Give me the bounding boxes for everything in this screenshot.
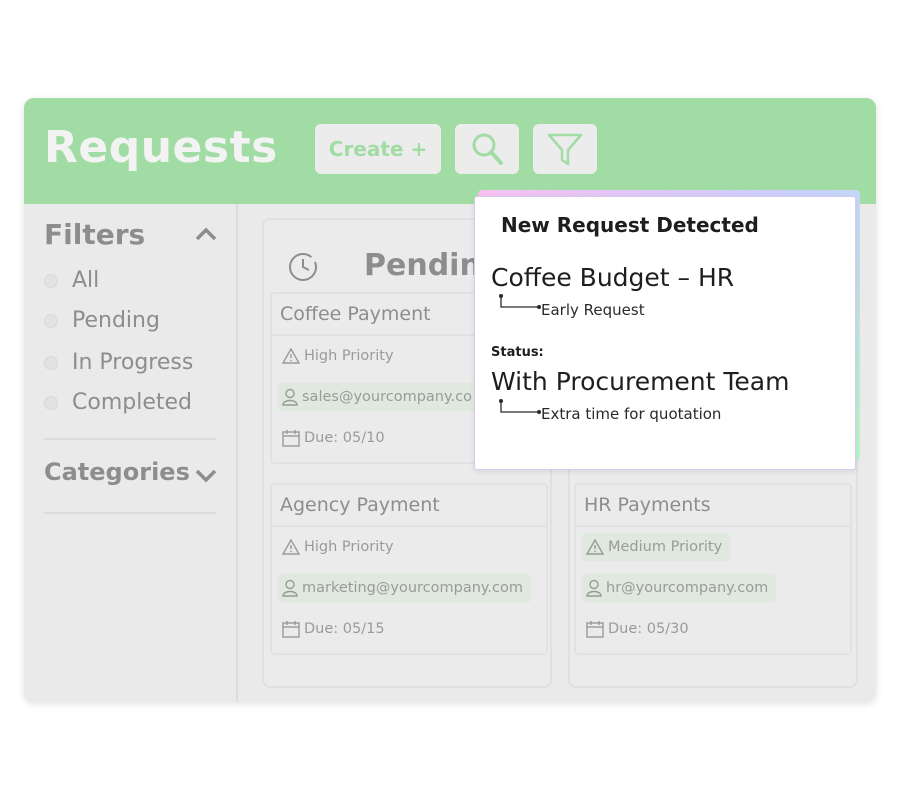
priority-tag: High Priority bbox=[278, 342, 402, 370]
search-button[interactable] bbox=[455, 124, 519, 174]
priority-label: High Priority bbox=[304, 539, 394, 555]
priority-label: Medium Priority bbox=[608, 539, 723, 555]
status-value: With Procurement Team bbox=[491, 367, 790, 396]
calendar-icon bbox=[586, 621, 604, 638]
filter-option-completed[interactable]: Completed bbox=[44, 390, 192, 415]
email-tag: marketing@yourcompany.com bbox=[278, 574, 532, 602]
filter-option-all[interactable]: All bbox=[44, 268, 99, 293]
clock-icon bbox=[289, 253, 317, 281]
warning-icon bbox=[282, 539, 300, 555]
filter-option-pending[interactable]: Pending bbox=[44, 308, 160, 333]
due-label: Due: 05/15 bbox=[304, 621, 385, 637]
categories-heading[interactable]: Categories bbox=[44, 458, 190, 486]
request-note: Early Request bbox=[541, 301, 645, 319]
divider bbox=[44, 512, 216, 514]
connector-arrow-icon bbox=[499, 399, 541, 414]
user-icon bbox=[586, 579, 602, 597]
radio-button[interactable] bbox=[44, 355, 58, 370]
funnel-icon bbox=[547, 133, 583, 166]
sidebar: Filters All Pending In Progress Complete… bbox=[24, 204, 238, 702]
email-tag: sales@yourcompany.co bbox=[278, 383, 480, 411]
filter-option-label: In Progress bbox=[72, 350, 194, 375]
email-label: sales@yourcompany.co bbox=[302, 389, 472, 405]
due-tag: Due: 05/15 bbox=[278, 615, 393, 643]
due-label: Due: 05/10 bbox=[304, 430, 385, 446]
filter-option-label: Pending bbox=[72, 308, 160, 333]
warning-icon bbox=[586, 539, 604, 555]
chevron-up-icon[interactable] bbox=[194, 226, 218, 242]
filter-option-in-progress[interactable]: In Progress bbox=[44, 350, 193, 375]
connector-arrow-icon bbox=[499, 294, 541, 309]
filter-option-label: All bbox=[72, 268, 100, 293]
user-icon bbox=[282, 388, 298, 406]
request-card[interactable]: HR Payments Medium Priority hr@yourcompa… bbox=[574, 483, 852, 655]
request-card[interactable]: Agency Payment High Priority marketing@y… bbox=[270, 483, 548, 655]
priority-tag: Medium Priority bbox=[582, 533, 731, 561]
chevron-down-icon[interactable] bbox=[194, 468, 218, 484]
divider bbox=[44, 438, 216, 440]
email-label: hr@yourcompany.com bbox=[606, 580, 769, 596]
page-title: Requests bbox=[44, 122, 278, 173]
priority-tag: High Priority bbox=[278, 533, 402, 561]
radio-button[interactable] bbox=[44, 313, 58, 328]
priority-label: High Priority bbox=[304, 348, 394, 364]
due-label: Due: 05/30 bbox=[608, 621, 689, 637]
email-label: marketing@yourcompany.com bbox=[302, 580, 524, 596]
create-button[interactable]: Create + bbox=[315, 124, 441, 174]
radio-button[interactable] bbox=[44, 273, 58, 288]
request-name: Coffee Budget – HR bbox=[491, 263, 735, 292]
due-tag: Due: 05/30 bbox=[582, 615, 697, 643]
filter-option-label: Completed bbox=[72, 390, 192, 415]
popup-title: New Request Detected bbox=[501, 213, 759, 237]
calendar-icon bbox=[282, 430, 300, 447]
header-bar: Requests Create + bbox=[24, 98, 876, 204]
column-title: Pendin bbox=[364, 248, 481, 283]
radio-button[interactable] bbox=[44, 395, 58, 410]
search-icon bbox=[472, 133, 503, 165]
status-label: Status: bbox=[491, 345, 544, 360]
filter-button[interactable] bbox=[533, 124, 597, 174]
filters-heading: Filters bbox=[44, 218, 146, 251]
card-title: Agency Payment bbox=[272, 485, 546, 527]
status-note: Extra time for quotation bbox=[541, 405, 722, 423]
email-tag: hr@yourcompany.com bbox=[582, 574, 777, 602]
calendar-icon bbox=[282, 621, 300, 638]
notification-popup[interactable]: New Request Detected Coffee Budget – HR … bbox=[474, 196, 856, 470]
user-icon bbox=[282, 579, 298, 597]
card-title: HR Payments bbox=[576, 485, 850, 527]
warning-icon bbox=[282, 348, 300, 364]
due-tag: Due: 05/10 bbox=[278, 424, 393, 452]
